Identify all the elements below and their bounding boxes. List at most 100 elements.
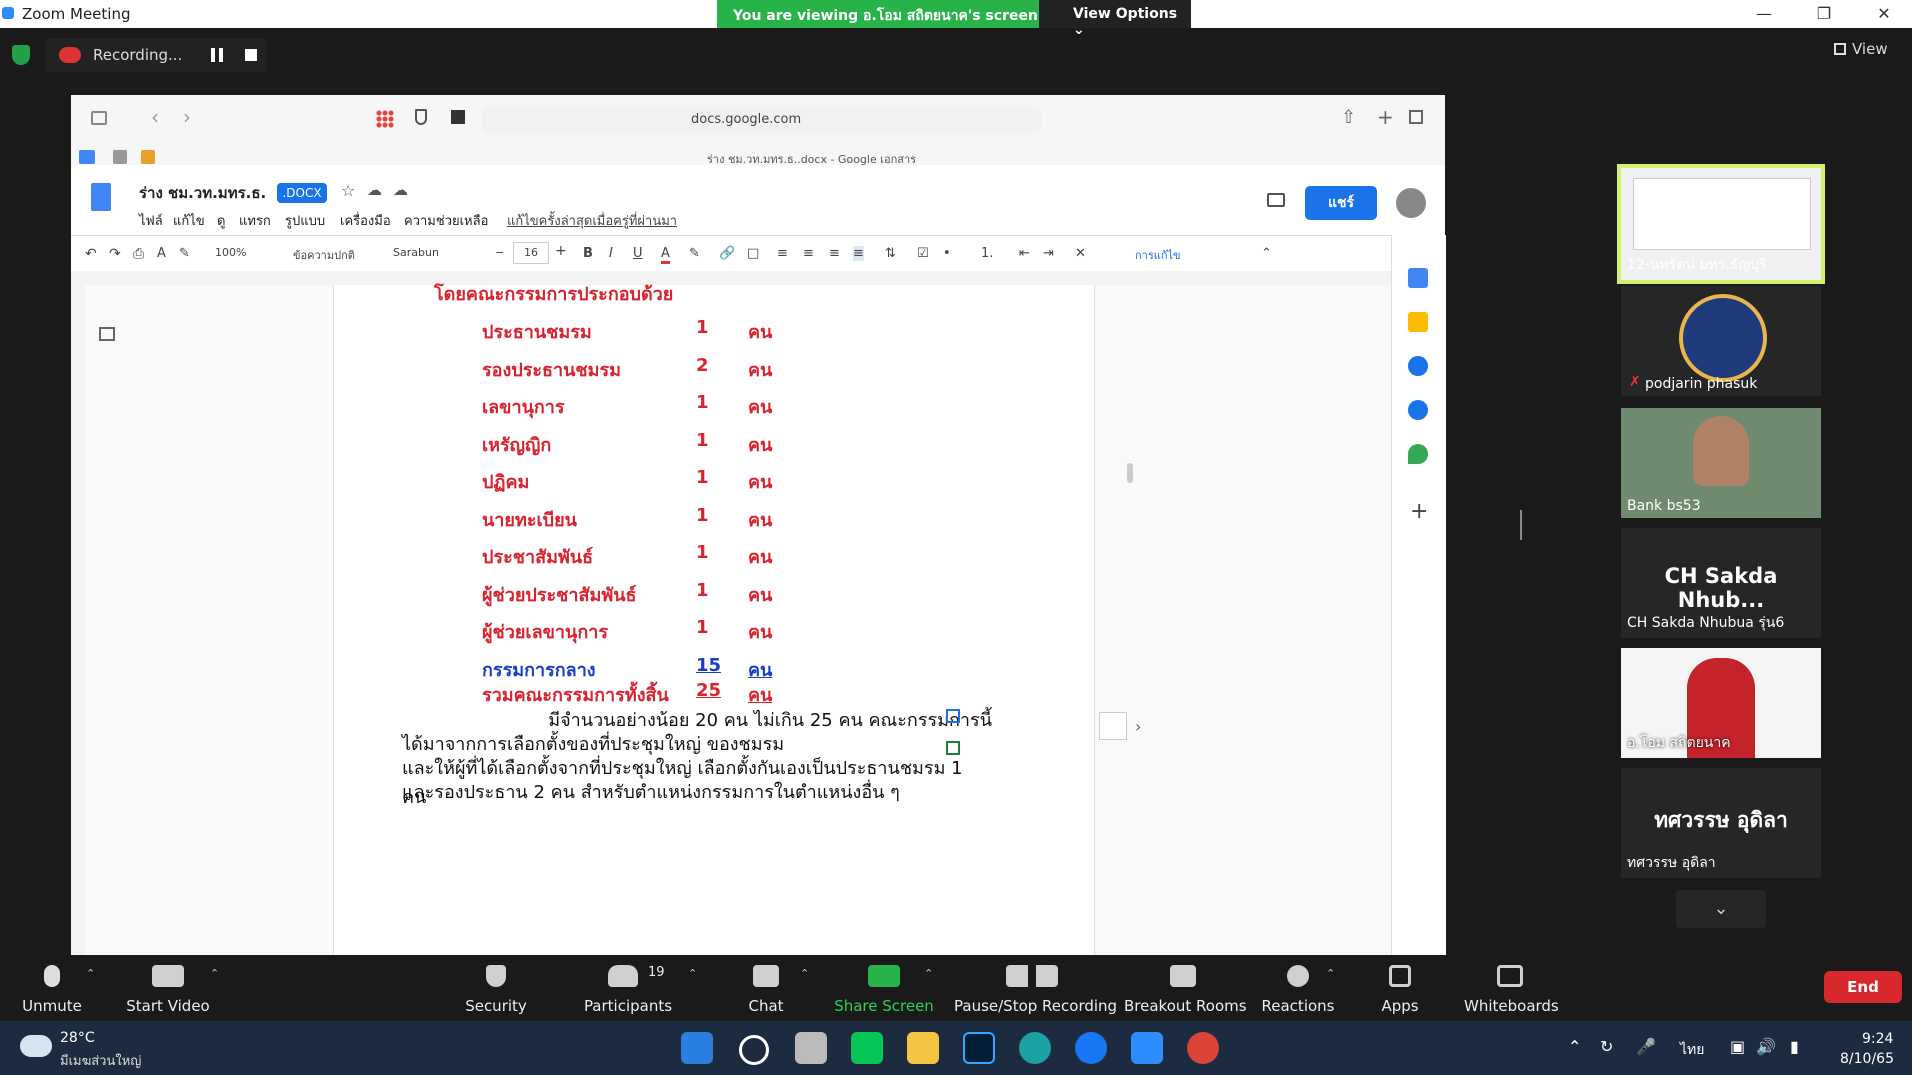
menu-help[interactable]: ความช่วยเหลือ (404, 210, 488, 231)
volume-icon[interactable]: 🔊 (1756, 1037, 1776, 1056)
align-center-icon[interactable]: ≡ (803, 246, 814, 261)
font-size-input[interactable]: 16 (513, 242, 549, 264)
sync-icon[interactable]: ↻ (1600, 1037, 1613, 1056)
sidebar-toggle-icon[interactable] (91, 111, 107, 125)
minimize-button[interactable]: — (1736, 0, 1792, 28)
pause-stop-recording-button[interactable]: Pause/Stop Recording (954, 955, 1117, 1021)
outline-icon[interactable] (99, 327, 115, 341)
print-icon[interactable]: ⎙ (133, 246, 144, 262)
reactions-options-caret[interactable]: ⌃ (1326, 967, 1335, 980)
participant-tile[interactable]: podjarin phasuk ✗ (1621, 286, 1821, 396)
file-explorer-icon[interactable] (907, 1032, 939, 1064)
editing-mode-select[interactable]: การแก้ไข (1135, 246, 1181, 264)
font-select[interactable]: Sarabun (393, 246, 439, 259)
chrome-icon[interactable] (1187, 1032, 1219, 1064)
google-docs-logo-icon[interactable] (91, 183, 111, 211)
participant-tile[interactable]: อ.โอม สถิตยนาค (1621, 648, 1821, 758)
zoom-taskbar-icon[interactable] (1131, 1032, 1163, 1064)
vertical-ruler[interactable] (71, 285, 86, 955)
view-layout-button[interactable]: View (1834, 40, 1904, 64)
participant-tile[interactable]: ทศวรรษ อุดิลา ทศวรรษ อุดิลา (1621, 768, 1821, 878)
tray-overflow-icon[interactable]: ⌃ (1568, 1037, 1581, 1056)
participant-tile[interactable]: 12-นพรัตน์ มทร.ธัญบุรี (1617, 164, 1825, 284)
decrease-indent-icon[interactable]: ⇤ (1019, 246, 1030, 261)
menu-file[interactable]: ไฟล์ (139, 210, 163, 231)
align-right-icon[interactable]: ≡ (829, 246, 840, 261)
task-view-icon[interactable] (795, 1032, 827, 1064)
font-size-decrease[interactable]: − (495, 246, 504, 259)
weather-cloud-icon[interactable] (20, 1035, 52, 1057)
apps-grid-icon[interactable] (376, 110, 394, 128)
checklist-icon[interactable]: ☑ (917, 246, 929, 261)
clock-time[interactable]: 9:24 (1862, 1031, 1893, 1047)
document-title[interactable]: ร่าง ชม.วท.มทร.ธ. (139, 181, 266, 205)
menu-insert[interactable]: แทรก (239, 210, 271, 231)
photoshop-icon[interactable] (963, 1032, 995, 1064)
move-folder-icon[interactable]: ☁ (367, 181, 382, 199)
menu-edit[interactable]: แก้ไข (173, 210, 205, 231)
redo-icon[interactable]: ↷ (109, 246, 121, 262)
close-button[interactable]: ✕ (1856, 0, 1912, 28)
justify-icon[interactable]: ≡ (853, 246, 864, 261)
share-options-caret[interactable]: ⌃ (924, 967, 933, 980)
breakout-rooms-button[interactable]: Breakout Rooms (1124, 955, 1247, 1021)
facebook-icon[interactable] (1075, 1032, 1107, 1064)
security-button[interactable]: Security (456, 955, 536, 1021)
start-video-button[interactable]: Start Video (118, 955, 218, 1021)
restore-button[interactable]: ❐ (1796, 0, 1852, 28)
style-select[interactable]: ข้อความปกติ (293, 246, 355, 264)
collapse-toolbar-icon[interactable]: ⌃ (1261, 246, 1272, 261)
share-button[interactable]: แชร์ (1305, 186, 1377, 220)
pinned-tab-icon[interactable] (113, 150, 127, 164)
tab-overview-icon[interactable] (1409, 110, 1423, 124)
add-comment-icon[interactable]: □ (747, 246, 759, 261)
undo-icon[interactable]: ↶ (85, 246, 97, 262)
scrollbar-thumb[interactable] (1127, 463, 1133, 483)
font-size-increase[interactable]: + (555, 243, 567, 259)
participant-tile[interactable]: CH Sakda Nhub... CH Sakda Nhubua รุ่น6 (1621, 528, 1821, 638)
menu-format[interactable]: รูปแบบ (285, 210, 325, 231)
whiteboards-button[interactable]: Whiteboards (1464, 955, 1559, 1021)
text-color-icon[interactable]: A (661, 246, 670, 264)
shield-icon[interactable] (415, 109, 427, 125)
star-icon[interactable]: ☆ (341, 181, 355, 200)
clock-date[interactable]: 8/10/65 (1840, 1051, 1894, 1067)
keep-icon[interactable] (1408, 312, 1428, 332)
gallery-next-page-button[interactable]: ⌄ (1676, 890, 1766, 928)
participants-button[interactable]: 19 Participants (578, 955, 678, 1021)
chat-options-caret[interactable]: ⌃ (800, 967, 809, 980)
participant-tile[interactable]: Bank bs53 (1621, 408, 1821, 518)
edge-browser-icon[interactable] (1019, 1032, 1051, 1064)
numbered-list-icon[interactable]: 1. (981, 246, 993, 261)
horizontal-ruler[interactable] (71, 271, 1391, 286)
extension-icon[interactable] (451, 110, 465, 124)
weather-temperature[interactable]: 28°C (60, 1030, 95, 1046)
user-avatar[interactable] (1396, 188, 1426, 218)
microphone-icon[interactable]: 🎤 (1636, 1037, 1656, 1056)
encryption-shield-icon[interactable] (12, 45, 30, 65)
audio-options-caret[interactable]: ⌃ (86, 967, 95, 980)
network-icon[interactable]: ▣ (1730, 1037, 1745, 1056)
bulleted-list-icon[interactable]: • (943, 246, 951, 261)
address-bar[interactable]: docs.google.com (481, 107, 1041, 133)
line-spacing-icon[interactable]: ⇅ (885, 246, 896, 261)
link-icon[interactable]: 🔗 (719, 246, 735, 261)
calendar-icon[interactable] (1408, 268, 1428, 288)
zoom-select[interactable]: 100% (215, 246, 246, 259)
paint-format-icon[interactable]: ✎ (179, 246, 190, 261)
suggest-edit-icon[interactable] (946, 741, 960, 755)
panel-resize-handle[interactable] (1520, 510, 1522, 540)
weather-condition[interactable]: มีเมฆส่วนใหญ่ (60, 1050, 141, 1071)
chat-button[interactable]: Chat (726, 955, 806, 1021)
add-addon-icon[interactable]: + (1410, 499, 1428, 524)
tasks-icon[interactable] (1408, 356, 1428, 376)
align-left-icon[interactable]: ≡ (777, 246, 788, 261)
end-meeting-button[interactable]: End (1824, 971, 1902, 1003)
reactions-button[interactable]: Reactions (1258, 955, 1338, 1021)
input-language[interactable]: ไทย (1680, 1039, 1704, 1061)
increase-indent-icon[interactable]: ⇥ (1043, 246, 1054, 261)
apps-button[interactable]: Apps (1360, 955, 1440, 1021)
search-icon[interactable] (739, 1035, 769, 1065)
forward-arrow-icon[interactable]: › (183, 105, 191, 129)
new-tab-icon[interactable]: + (1377, 105, 1394, 129)
